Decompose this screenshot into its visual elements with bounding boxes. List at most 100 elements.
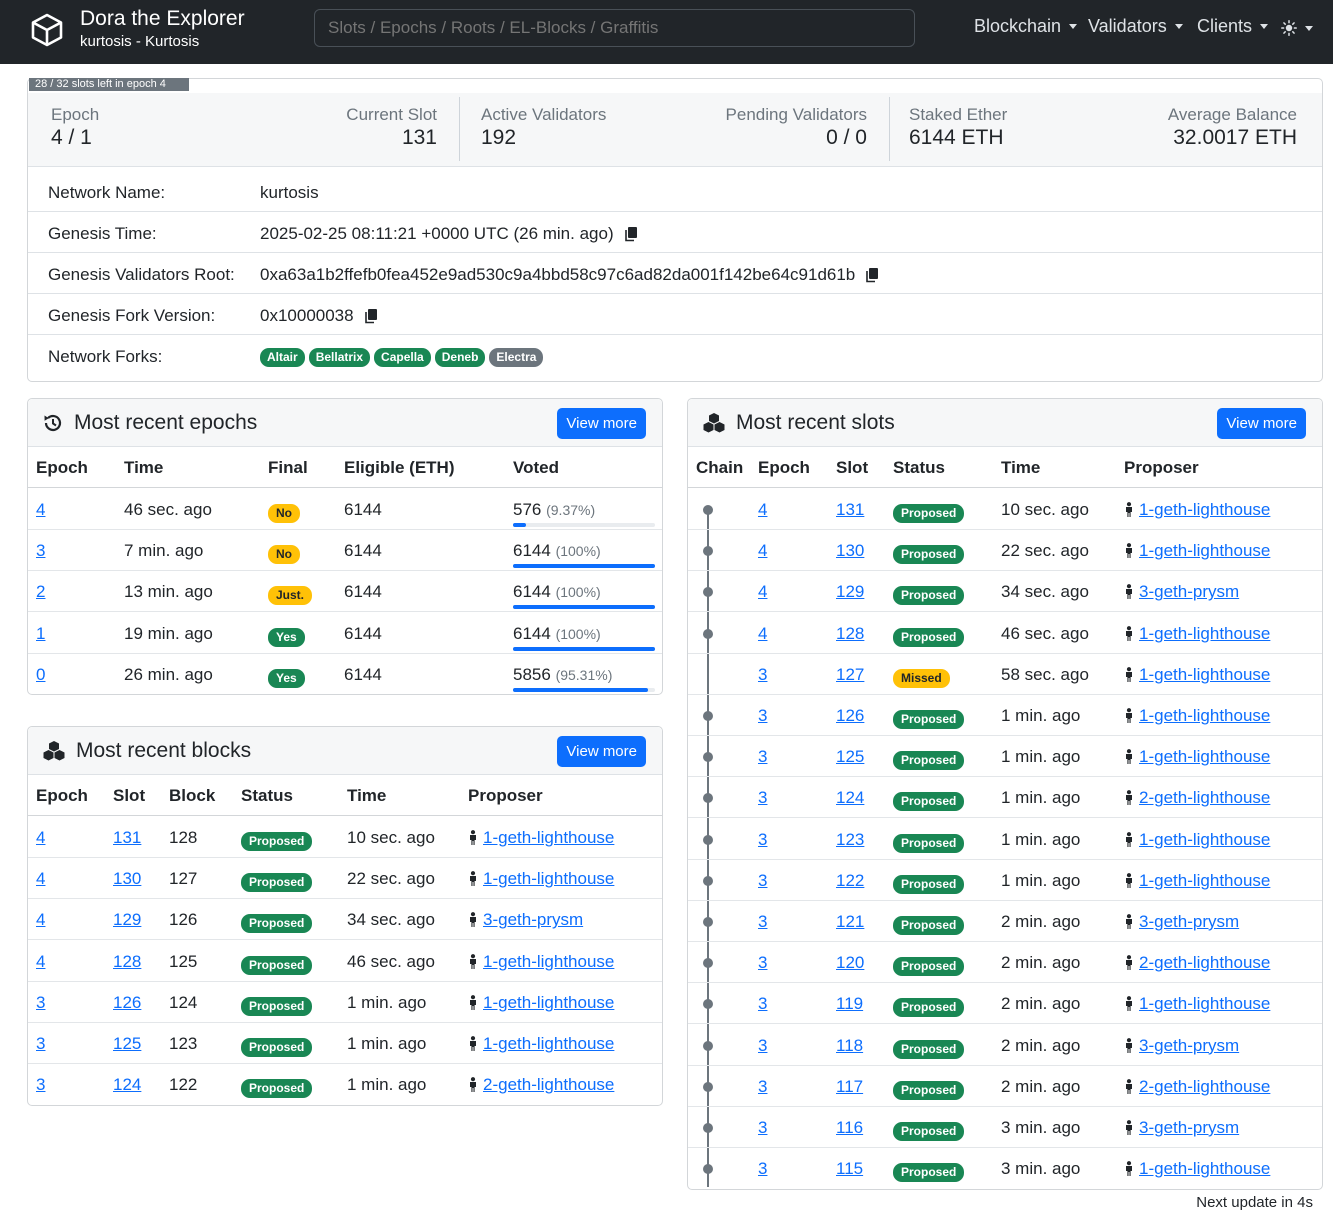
- proposer-link[interactable]: 1-geth-lighthouse: [1139, 624, 1270, 643]
- copy-icon[interactable]: [623, 226, 639, 242]
- copy-icon[interactable]: [363, 308, 379, 324]
- proposer-link[interactable]: 2-geth-lighthouse: [483, 1075, 614, 1094]
- proposer-link[interactable]: 2-geth-lighthouse: [1139, 1077, 1270, 1096]
- block-row: 3 126 124 Proposed 1 min. ago 1-geth-lighthou…: [28, 982, 662, 1023]
- epoch-link[interactable]: 4: [36, 869, 45, 889]
- copy-icon[interactable]: [864, 267, 880, 283]
- slot-link[interactable]: 126: [836, 706, 864, 726]
- epoch-link[interactable]: 4: [36, 910, 45, 930]
- slot-link[interactable]: 126: [113, 993, 141, 1013]
- epoch-link[interactable]: 1: [36, 624, 45, 644]
- epoch-link[interactable]: 4: [758, 582, 767, 602]
- slot-link[interactable]: 131: [113, 828, 141, 848]
- proposer-link[interactable]: 3-geth-prysm: [1139, 582, 1239, 601]
- brand[interactable]: Dora the Explorer kurtosis - Kurtosis: [30, 8, 245, 52]
- epoch-link[interactable]: 3: [758, 830, 767, 850]
- epoch-link[interactable]: 4: [36, 952, 45, 972]
- proposer-link[interactable]: 1-geth-lighthouse: [483, 952, 614, 971]
- epoch-link[interactable]: 3: [36, 1075, 45, 1095]
- epoch-link[interactable]: 4: [758, 541, 767, 561]
- slot-link[interactable]: 131: [836, 500, 864, 520]
- status-badge: Proposed: [241, 832, 313, 851]
- proposer-link[interactable]: 1-geth-lighthouse: [1139, 871, 1270, 890]
- slot-link[interactable]: 122: [836, 871, 864, 891]
- col-voted: Voted: [513, 458, 559, 477]
- epoch-link[interactable]: 4: [758, 500, 767, 520]
- proposer-link[interactable]: 1-geth-lighthouse: [1139, 1159, 1270, 1178]
- slot-link[interactable]: 128: [836, 624, 864, 644]
- slot-link[interactable]: 118: [836, 1036, 863, 1056]
- slot-link[interactable]: 123: [836, 830, 864, 850]
- epoch-link[interactable]: 3: [758, 953, 767, 973]
- slot-link[interactable]: 124: [113, 1075, 141, 1095]
- epoch-link[interactable]: 3: [758, 994, 767, 1014]
- epoch-link[interactable]: 0: [36, 665, 45, 685]
- proposer-link[interactable]: 2-geth-lighthouse: [1139, 788, 1270, 807]
- epoch-link[interactable]: 3: [36, 1034, 45, 1054]
- epoch-link[interactable]: 4: [758, 624, 767, 644]
- proposer-link[interactable]: 2-geth-lighthouse: [1139, 953, 1270, 972]
- menu-clients[interactable]: Clients: [1197, 16, 1269, 37]
- epoch-link[interactable]: 3: [758, 871, 767, 891]
- divider: [459, 97, 460, 161]
- slot-link[interactable]: 121: [836, 912, 864, 932]
- slot-link[interactable]: 115: [836, 1159, 863, 1179]
- slot-link[interactable]: 124: [836, 788, 864, 808]
- slot-link[interactable]: 127: [836, 665, 864, 685]
- status-badge: Proposed: [893, 998, 965, 1018]
- blocks-view-more-button[interactable]: View more: [557, 736, 646, 767]
- menu-validators[interactable]: Validators: [1088, 16, 1183, 37]
- epoch-link[interactable]: 3: [758, 1077, 767, 1097]
- search-input[interactable]: [314, 9, 915, 47]
- epoch-link[interactable]: 3: [36, 541, 45, 561]
- epoch-link[interactable]: 3: [758, 706, 767, 726]
- slot-link[interactable]: 130: [836, 541, 864, 561]
- stat-active-value: 192: [481, 126, 517, 149]
- epoch-link[interactable]: 2: [36, 582, 45, 602]
- epoch-link[interactable]: 3: [758, 912, 767, 932]
- col-epoch: Epoch: [36, 786, 88, 805]
- slot-link[interactable]: 120: [836, 953, 864, 973]
- epoch-link[interactable]: 3: [758, 1036, 767, 1056]
- proposer-link[interactable]: 1-geth-lighthouse: [1139, 994, 1270, 1013]
- epoch-link[interactable]: 3: [36, 993, 45, 1013]
- proposer-link[interactable]: 1-geth-lighthouse: [483, 1034, 614, 1053]
- slot-link[interactable]: 129: [836, 582, 864, 602]
- epoch-link[interactable]: 4: [36, 500, 45, 520]
- proposer-link[interactable]: 1-geth-lighthouse: [1139, 665, 1270, 684]
- proposer-link[interactable]: 3-geth-prysm: [1139, 1118, 1239, 1137]
- proposer-link[interactable]: 1-geth-lighthouse: [483, 828, 614, 847]
- slot-link[interactable]: 117: [836, 1077, 863, 1097]
- slot-link[interactable]: 129: [113, 910, 141, 930]
- proposer-link[interactable]: 1-geth-lighthouse: [1139, 500, 1270, 519]
- proposer-link[interactable]: 3-geth-prysm: [1139, 1036, 1239, 1055]
- slot-link[interactable]: 116: [836, 1118, 863, 1138]
- epoch-link[interactable]: 3: [758, 788, 767, 808]
- epochs-view-more-button[interactable]: View more: [557, 408, 646, 439]
- epoch-time: 7 min. ago: [124, 541, 204, 561]
- slot-link[interactable]: 128: [113, 952, 141, 972]
- voted-progress-fill: [513, 523, 527, 527]
- epoch-link[interactable]: 3: [758, 1118, 767, 1138]
- proposer-link[interactable]: 1-geth-lighthouse: [1139, 830, 1270, 849]
- slot-link[interactable]: 125: [836, 747, 864, 767]
- slot-link[interactable]: 119: [836, 994, 863, 1014]
- slot-link[interactable]: 125: [113, 1034, 141, 1054]
- epoch-link[interactable]: 3: [758, 665, 767, 685]
- proposer-link[interactable]: 1-geth-lighthouse: [1139, 541, 1270, 560]
- menu-blockchain[interactable]: Blockchain: [974, 16, 1078, 37]
- slots-view-more-button[interactable]: View more: [1217, 408, 1306, 439]
- slot-row: 3 124 Proposed 1 min. ago 2-geth-lighthouse: [688, 777, 1322, 819]
- proposer-link[interactable]: 1-geth-lighthouse: [483, 869, 614, 888]
- proposer-link[interactable]: 1-geth-lighthouse: [483, 993, 614, 1012]
- proposer-link[interactable]: 3-geth-prysm: [483, 910, 583, 929]
- epoch-link[interactable]: 4: [36, 828, 45, 848]
- epoch-link[interactable]: 3: [758, 747, 767, 767]
- proposer-link[interactable]: 1-geth-lighthouse: [1139, 706, 1270, 725]
- proposer-link[interactable]: 1-geth-lighthouse: [1139, 747, 1270, 766]
- epoch-link[interactable]: 3: [758, 1159, 767, 1179]
- theme-toggle[interactable]: [1281, 20, 1313, 36]
- block-time: 1 min. ago: [347, 992, 427, 1012]
- slot-link[interactable]: 130: [113, 869, 141, 889]
- proposer-link[interactable]: 3-geth-prysm: [1139, 912, 1239, 931]
